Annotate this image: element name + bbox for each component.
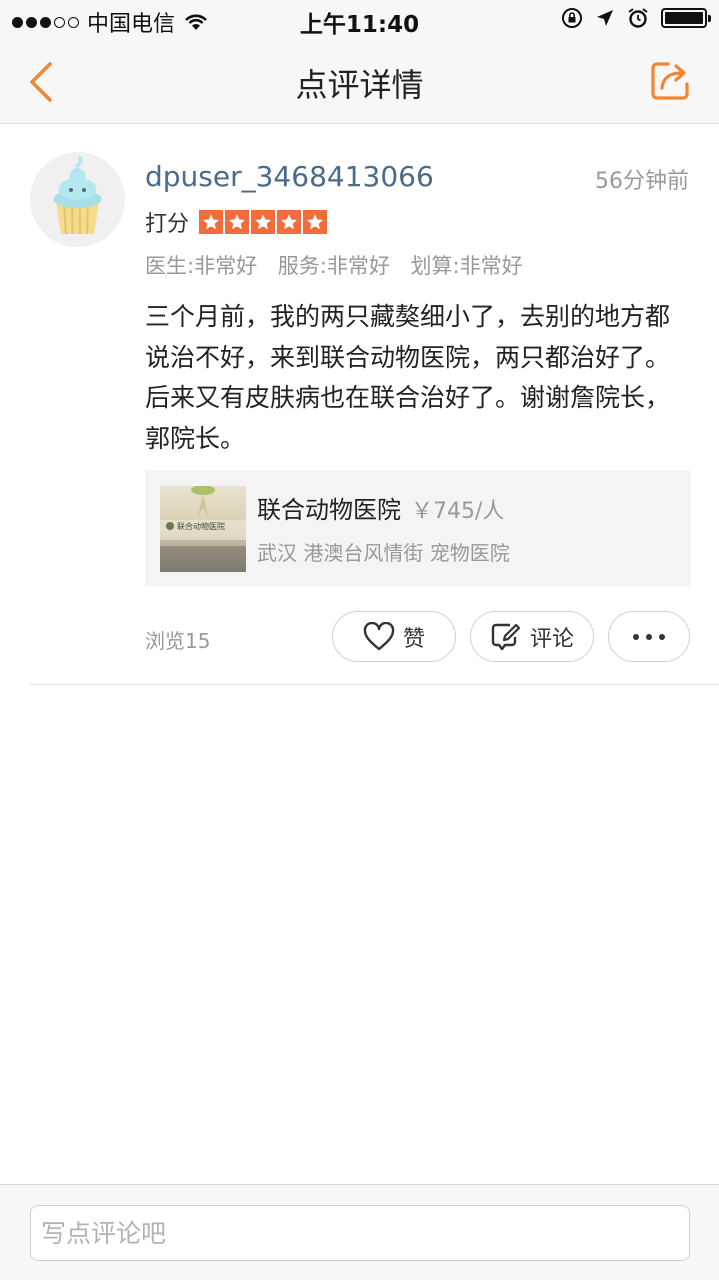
divider <box>30 684 719 685</box>
star-icon <box>277 210 302 234</box>
page-title: 点评详情 <box>295 66 424 104</box>
cupcake-avatar-icon <box>53 156 102 235</box>
rating-stars <box>199 210 328 234</box>
nav-bar: 点评详情 <box>0 40 719 124</box>
location-arrow-icon <box>597 10 613 26</box>
comment-input[interactable] <box>30 1205 690 1261</box>
more-dots-icon <box>633 633 665 640</box>
avatar[interactable] <box>30 152 125 247</box>
star-icon <box>225 210 250 234</box>
subscore-doctor: 医生:非常好 <box>145 254 258 278</box>
more-button[interactable] <box>608 611 690 662</box>
shop-name-text: 联合动物医院 <box>257 496 401 524</box>
review-detail-screen: 中国电信 上午11:40 点评详情 dpuser_3468413066 56分钟… <box>0 0 719 1280</box>
comment-bar <box>0 1184 719 1280</box>
status-bar: 中国电信 上午11:40 <box>0 0 719 40</box>
shop-location-category: 武汉 港澳台风情街 宠物医院 <box>257 541 510 565</box>
shop-card[interactable]: 联合动物医院 联合动物医院 ￥745/人 武汉 港澳台风情街 宠物医院 <box>145 470 690 587</box>
shop-price: ￥745/人 <box>411 499 505 524</box>
subscore-service: 服务:非常好 <box>277 254 390 278</box>
subscores: 医生:非常好 服务:非常好 划算:非常好 <box>145 250 537 280</box>
heart-icon <box>363 621 395 650</box>
comment-label: 评论 <box>529 626 574 652</box>
username-link[interactable]: dpuser_3468413066 <box>145 160 434 193</box>
shop-name: 联合动物医院 ￥745/人 <box>257 490 504 525</box>
review-time: 56分钟前 <box>595 169 689 194</box>
status-right <box>561 7 711 29</box>
comment-button[interactable]: 评论 <box>470 611 594 662</box>
star-icon <box>199 210 224 234</box>
share-icon[interactable] <box>649 58 693 102</box>
subscore-value: 划算:非常好 <box>410 254 523 278</box>
like-label: 赞 <box>402 626 425 652</box>
like-button[interactable]: 赞 <box>332 611 456 662</box>
star-icon <box>303 210 328 234</box>
rotation-lock-icon <box>562 8 582 28</box>
comment-edit-icon <box>491 623 521 650</box>
star-icon <box>251 210 276 234</box>
battery-icon <box>661 8 711 28</box>
review-text: 三个月前，我的两只藏獒细小了，去别的地方都说治不好，来到联合动物医院，两只都治好… <box>145 302 671 453</box>
shop-sign-text: 联合动物医院 <box>177 522 225 531</box>
score-row: 打分 <box>145 206 328 238</box>
score-label: 打分 <box>145 212 190 237</box>
view-count: 浏览15 <box>145 629 211 653</box>
shop-thumbnail: 联合动物医院 <box>160 486 246 572</box>
alarm-icon <box>628 8 648 28</box>
